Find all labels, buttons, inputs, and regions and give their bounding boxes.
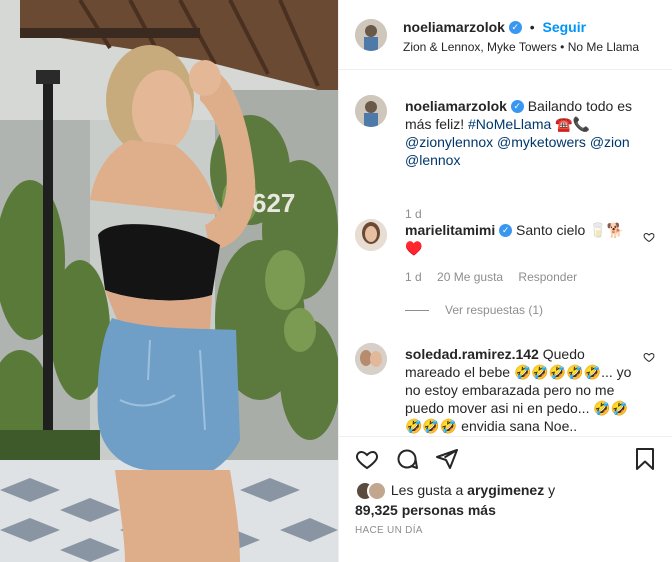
comment-like-heart-icon[interactable]	[643, 351, 655, 363]
liker-username[interactable]: arygimenez	[467, 482, 544, 498]
comment-item: soledad.ramirez.142 Quedo mareado el beb…	[355, 343, 655, 435]
post-time-ago[interactable]: HACE UN DÍA	[355, 525, 423, 536]
avatar-image	[355, 219, 387, 251]
verified-icon: ✓	[510, 99, 524, 113]
caption-hashtag[interactable]: #NoMeLlama	[468, 116, 551, 132]
comment-meta: 1 d 20 Me gusta Responder	[405, 270, 589, 284]
comment-text: soledad.ramirez.142 Quedo mareado el beb…	[405, 345, 637, 435]
share-icon[interactable]	[435, 447, 459, 471]
bookmark-icon[interactable]	[633, 447, 657, 471]
post-video-frame: 627	[0, 0, 338, 562]
author-avatar[interactable]	[355, 19, 387, 51]
likes-summary: Les gusta a arygimenez y 89,325 personas…	[355, 481, 555, 519]
caption-avatar[interactable]	[355, 95, 387, 127]
post-media[interactable]: 627	[0, 0, 338, 562]
avatar-image	[355, 343, 387, 375]
header-separator: •	[529, 19, 535, 35]
comment-icon[interactable]	[395, 447, 419, 471]
caption-author[interactable]: noeliamarzolok	[405, 98, 507, 114]
verified-icon: ✓	[508, 20, 522, 34]
wall-number: 627	[252, 188, 295, 218]
avatar-image	[355, 19, 387, 51]
liker-avatar[interactable]	[367, 481, 387, 502]
comment-author[interactable]: soledad.ramirez.142	[405, 346, 539, 362]
comment-likes[interactable]: 20 Me gusta	[437, 270, 503, 284]
caption: noeliamarzolok ✓ Bailando todo es más fe…	[355, 95, 655, 221]
follow-button[interactable]: Seguir	[543, 19, 587, 35]
post-actions: Les gusta a arygimenez y 89,325 personas…	[339, 436, 672, 562]
comment-item: marielitamimi ✓ Santo cielo 🥛🐕 ♥️ 1 d 20…	[355, 219, 655, 319]
comment-avatar[interactable]	[355, 219, 387, 251]
likes-prefix: Les gusta a	[390, 482, 468, 498]
view-replies-label: Ver respuestas (1)	[445, 303, 544, 317]
author-username[interactable]: noeliamarzolok	[403, 19, 505, 35]
post-side-panel: noeliamarzolok ✓ • Seguir Zion & Lennox,…	[338, 0, 672, 562]
heart-icon[interactable]	[355, 447, 379, 471]
comment-like-heart-icon[interactable]	[643, 231, 655, 243]
header-line: noeliamarzolok ✓ • Seguir	[403, 19, 586, 35]
view-replies-button[interactable]: Ver respuestas (1)	[405, 303, 543, 317]
reply-button[interactable]: Responder	[518, 270, 577, 284]
comment-time[interactable]: 1 d	[405, 270, 422, 284]
caption-mentions[interactable]: @zionylennox @myketowers @zion @lennox	[405, 134, 630, 168]
likes-and: y	[544, 482, 556, 498]
verified-icon: ✓	[499, 223, 513, 237]
likes-count[interactable]: 89,325 personas más	[355, 502, 496, 518]
caption-emoji: ☎️📞	[555, 116, 591, 132]
replies-divider	[405, 310, 429, 312]
caption-text: noeliamarzolok ✓ Bailando todo es más fe…	[405, 97, 637, 169]
comment-author[interactable]: marielitamimi	[405, 222, 495, 238]
comments-list[interactable]: noeliamarzolok ✓ Bailando todo es más fe…	[339, 71, 672, 436]
avatar-image	[355, 95, 387, 127]
audio-track[interactable]: Zion & Lennox, Myke Towers • No Me Llama	[403, 40, 639, 54]
comment-text: marielitamimi ✓ Santo cielo 🥛🐕 ♥️	[405, 221, 637, 257]
comment-avatar[interactable]	[355, 343, 387, 375]
post-header: noeliamarzolok ✓ • Seguir Zion & Lennox,…	[339, 0, 672, 70]
